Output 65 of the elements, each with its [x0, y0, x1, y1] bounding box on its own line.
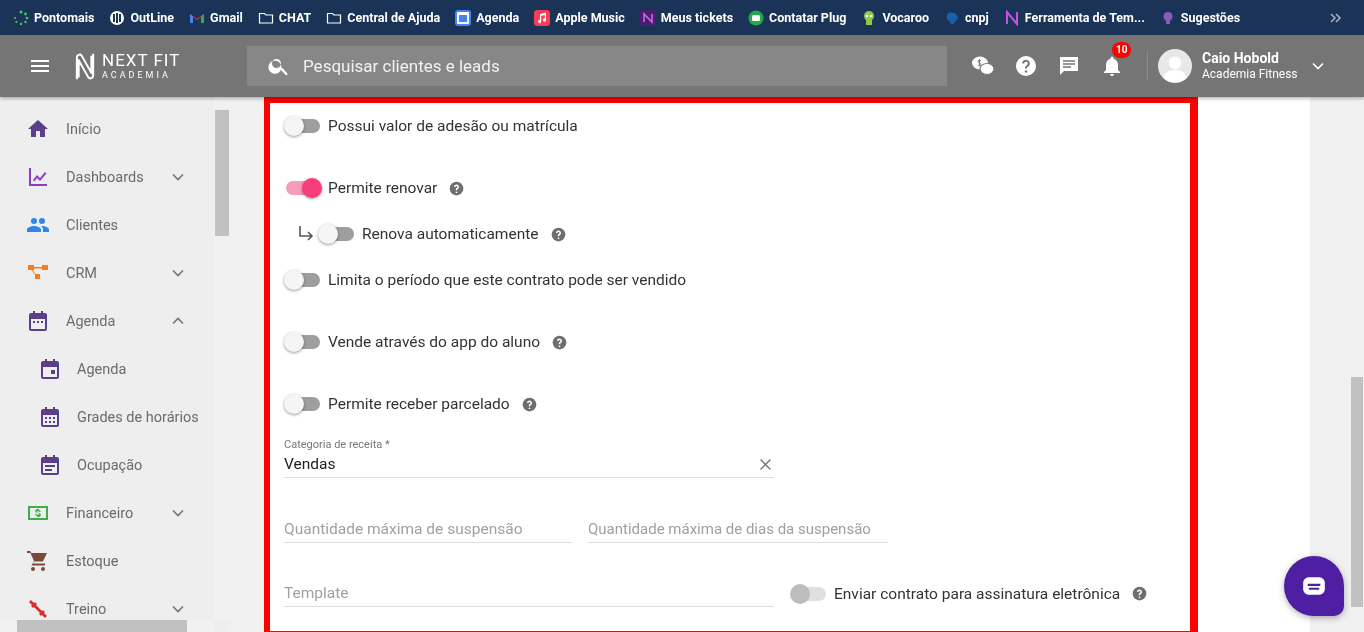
sidebar-item[interactable]: Estoque [0, 537, 214, 585]
scrollbar-thumb[interactable] [1351, 377, 1363, 607]
scrollbar-thumb[interactable] [215, 110, 229, 236]
sidebar-subitem[interactable]: Grades de horários [0, 393, 214, 441]
toggle-label: Vende através do app do aluno [328, 333, 541, 351]
bookmark[interactable]: OutLine [106, 7, 178, 28]
bookmark[interactable]: Sugestões [1156, 7, 1244, 28]
help-icon[interactable] [521, 396, 537, 412]
toggle-switch[interactable] [286, 397, 320, 411]
bookmark[interactable]: cnpj [941, 7, 992, 28]
calendar-icon [455, 9, 472, 26]
chat-money-icon[interactable] [971, 54, 995, 78]
toggle-label: Limita o período que este contrato pode ser vendido [328, 271, 687, 289]
music-icon [534, 9, 551, 26]
help-icon[interactable] [550, 226, 566, 242]
user-name: Caio Hobold [1202, 50, 1280, 68]
bookmark[interactable]: Ferramenta de Tem... [1000, 7, 1148, 28]
message-icon[interactable] [1057, 54, 1081, 78]
toggle-label: Permite renovar [328, 179, 438, 197]
bookmark[interactable]: Apple Music [531, 7, 628, 28]
toggle-switch[interactable] [320, 227, 354, 241]
input-field[interactable]: Template [284, 580, 774, 607]
bookmark[interactable]: Agenda [452, 7, 523, 28]
outline-icon [109, 9, 126, 26]
sidebar-item[interactable]: Treino [0, 585, 214, 632]
select-field[interactable]: Categoria de receita * Vendas [284, 438, 774, 478]
notification-badge: 10 [1112, 42, 1132, 58]
input-field[interactable]: Quantidade máxima de dias da suspensão [588, 516, 888, 543]
toggle-switch[interactable] [286, 335, 320, 349]
toggle-label: Renova automaticamente [362, 225, 539, 243]
scrollbar-thumb[interactable] [17, 620, 187, 632]
search-field[interactable]: Pesquisar clientes e leads [247, 46, 947, 86]
bookmark[interactable]: Pontomais [10, 7, 98, 28]
spinner-icon [13, 9, 29, 26]
bookmark[interactable]: Meus tickets [636, 7, 737, 28]
sidebar-item[interactable]: Dashboards [0, 153, 214, 201]
bookmark[interactable]: CHAT [254, 7, 315, 28]
bookmark[interactable]: Contatar Plug [745, 7, 850, 28]
organization-name: Academia Fitness [1202, 67, 1298, 82]
logo-text: NEXT FIT [102, 52, 181, 69]
sidebar-item[interactable]: Agenda [0, 297, 214, 345]
sidebar-item[interactable]: Financeiro [0, 489, 214, 537]
sidebar-item[interactable]: CRM [0, 249, 214, 297]
bookmark[interactable]: Vocaroo [858, 7, 933, 28]
sidebar-subitem[interactable]: Agenda [0, 345, 214, 393]
toggle-label: Possui valor de adesão ou matrícula [328, 117, 578, 135]
help-icon[interactable] [449, 180, 465, 196]
toggle-switch[interactable] [286, 273, 320, 287]
bookmark[interactable]: Gmail [186, 7, 246, 28]
help-icon[interactable] [552, 334, 568, 350]
input-field[interactable]: Quantidade máxima de suspensão [284, 516, 572, 543]
sidebar-item[interactable]: Clientes [0, 201, 214, 249]
avatar-icon[interactable] [1158, 49, 1192, 83]
logo-subtitle: ACADEMIA [102, 71, 172, 80]
sidebar-item[interactable]: Início [0, 105, 214, 153]
toggle-label: Enviar contrato para assinatura eletrônica [834, 584, 1121, 603]
toggle-label: Permite receber parcelado [328, 395, 510, 413]
help-icon[interactable] [1014, 54, 1038, 78]
bookmark[interactable]: Central de Ajuda [323, 7, 444, 28]
toggle-switch[interactable] [286, 181, 320, 195]
sidebar-subitem[interactable]: Ocupação [0, 441, 214, 489]
help-icon[interactable] [1132, 586, 1148, 601]
chat-icon [748, 9, 765, 26]
logo-icon [74, 51, 96, 81]
toggle-switch[interactable] [286, 119, 320, 133]
